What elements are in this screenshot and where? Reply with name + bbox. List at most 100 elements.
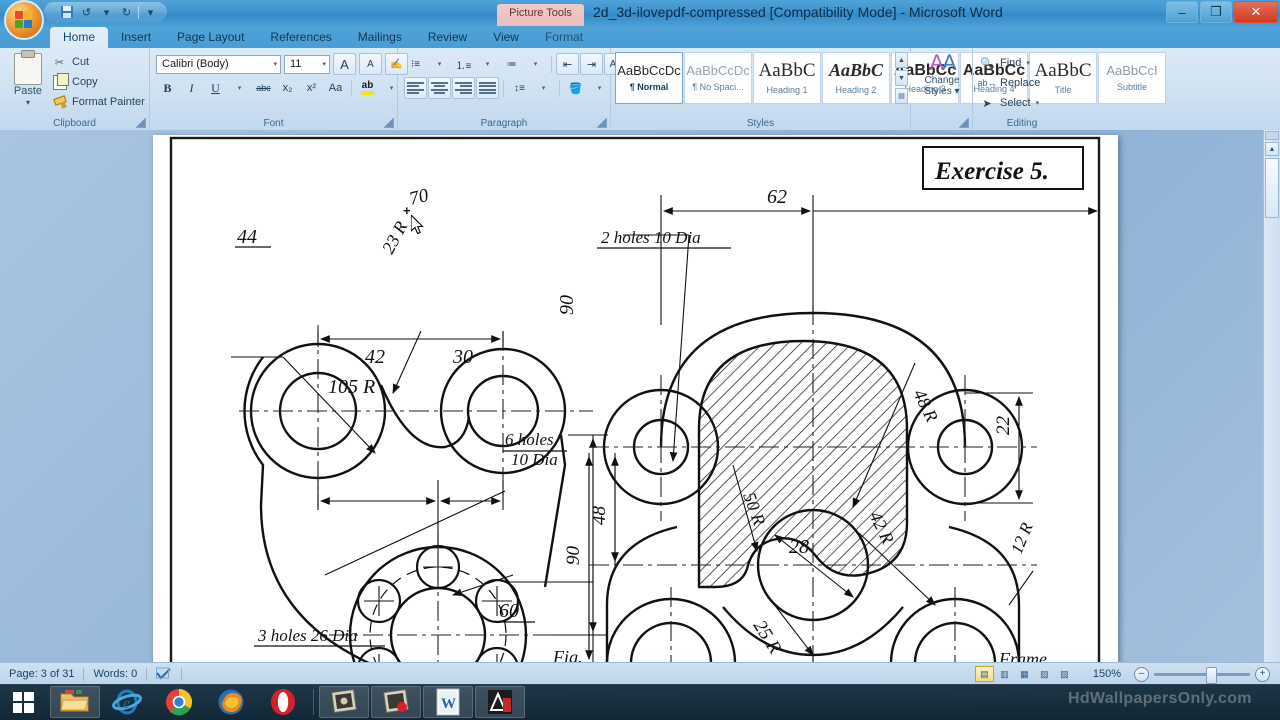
styles-scroll-down-button[interactable]: ▼ [895,70,908,86]
caption-fig: Fig. [552,647,583,662]
find-button[interactable]: 🔍 Find ▾ [979,53,1040,73]
format-painter-button[interactable]: Format Painter [52,92,145,112]
zoom-in-button[interactable]: + [1255,666,1270,682]
undo-dropdown-caret-icon[interactable]: ▾ [98,4,115,20]
note-3-holes-26-dia: 3 holes 26 Dia [257,626,358,645]
split-window-handle[interactable] [1265,131,1279,140]
decrease-indent-button[interactable]: ⇤ [556,53,579,75]
numbering-caret-icon[interactable]: ▾ [476,53,499,75]
multilevel-list-button[interactable]: ≔ [500,53,523,75]
clipboard-dialog-launcher[interactable] [136,118,146,128]
grow-font-button[interactable]: A [333,53,356,75]
scroll-up-button[interactable]: ▲ [1265,142,1279,156]
multilevel-caret-icon[interactable]: ▾ [524,53,547,75]
taskbar-file-explorer[interactable] [50,686,100,718]
underline-button[interactable]: U [204,77,227,99]
justify-button[interactable] [476,77,499,99]
align-right-button[interactable] [452,77,475,99]
shrink-font-button[interactable]: A [359,53,382,75]
zoom-slider[interactable]: – + [1134,666,1270,684]
bullets-caret-icon[interactable]: ▾ [428,53,451,75]
zoom-track[interactable] [1154,666,1250,684]
taskbar-autocad[interactable] [475,686,525,718]
style-heading-1[interactable]: AaBbC Heading 1 [753,52,821,104]
wallpaper-watermark: HdWallpapersOnly.com [1068,690,1252,707]
change-styles-button[interactable]: AA Change Styles ▾ [914,51,970,113]
styles-scroll-up-button[interactable]: ▲ [895,52,908,68]
zoom-out-button[interactable]: – [1134,666,1149,682]
zoom-thumb[interactable] [1206,666,1217,684]
text-highlight-color-button[interactable]: ab [356,77,379,99]
styles-more-button[interactable]: ▤ [895,88,908,104]
paste-button[interactable]: Paste ▾ [6,50,50,112]
change-case-button[interactable]: Aa [324,77,347,99]
styles-dialog-launcher[interactable] [959,118,969,128]
taskbar-media-app-1[interactable] [319,686,369,718]
font-name-combobox[interactable]: Calibri (Body) ▾ [156,54,281,74]
line-spacing-caret-icon[interactable]: ▾ [532,77,555,99]
line-spacing-button[interactable]: ↕≡ [508,77,531,99]
style-subtitle[interactable]: AaBbCcI Subtitle [1098,52,1166,104]
tab-references[interactable]: References [257,27,344,48]
close-button[interactable]: ✕ [1234,1,1278,23]
page-indicator[interactable]: Page: 3 of 31 [0,666,83,682]
taskbar-media-app-2[interactable] [371,686,421,718]
minimize-button[interactable]: – [1166,1,1198,23]
view-draft-button[interactable]: ▨ [1055,666,1074,682]
increase-indent-button[interactable]: ⇥ [580,53,603,75]
subscript-button[interactable]: x₂ [276,77,299,99]
style-heading-2[interactable]: AaBbC Heading 2 [822,52,890,104]
shading-caret-icon[interactable]: ▾ [588,77,611,99]
style-no-spacing[interactable]: AaBbCcDc ¶ No Spaci... [684,52,752,104]
select-button[interactable]: ➤ Select ▾ [979,93,1040,113]
view-full-screen-reading-button[interactable]: ▥ [995,666,1014,682]
italic-button[interactable]: I [180,77,203,99]
align-center-button[interactable] [428,77,451,99]
copy-icon [52,72,69,90]
superscript-button[interactable]: x² [300,77,323,99]
font-size-combobox[interactable]: 11 ▾ [284,54,330,74]
proofing-status-icon[interactable] [147,666,181,682]
document-canvas[interactable]: 44 70 23 R 42 30 105 R 90 6 holes 10 Dia… [0,130,1280,662]
tab-format[interactable]: Format [532,27,596,48]
font-dialog-launcher[interactable] [384,118,394,128]
scrollbar-thumb[interactable] [1265,158,1279,218]
copy-button[interactable]: Copy [52,72,145,92]
restore-button[interactable]: ❐ [1200,1,1232,23]
view-print-layout-button[interactable]: ▤ [974,666,994,682]
shading-button[interactable]: 🪣 [564,77,587,99]
document-page[interactable]: 44 70 23 R 42 30 105 R 90 6 holes 10 Dia… [153,135,1118,662]
tab-home[interactable]: Home [50,27,109,48]
tab-page-layout[interactable]: Page Layout [164,27,257,48]
tab-insert[interactable]: Insert [108,27,164,48]
start-button[interactable] [0,684,46,720]
style-normal[interactable]: AaBbCcDc ¶ Normal [615,52,683,104]
tab-mailings[interactable]: Mailings [345,27,415,48]
bold-button[interactable]: B [156,77,179,99]
numbering-button[interactable]: ⒈≡ [452,53,475,75]
tab-review[interactable]: Review [415,27,480,48]
taskbar-internet-explorer[interactable]: e [102,686,152,718]
taskbar-mozilla-firefox[interactable] [206,686,256,718]
tab-view[interactable]: View [480,27,532,48]
paragraph-dialog-launcher[interactable] [597,118,607,128]
underline-dropdown-caret-icon[interactable]: ▾ [228,77,251,99]
taskbar-microsoft-word[interactable]: W [423,686,473,718]
zoom-level[interactable]: 150% [1084,666,1130,682]
cut-button[interactable]: ✂ Cut [52,52,145,72]
customize-qat-caret-icon[interactable]: ▾ [142,4,159,20]
taskbar-opera[interactable] [258,686,308,718]
vertical-scrollbar[interactable]: ▲ [1263,130,1280,662]
undo-icon[interactable]: ↺ [78,4,95,20]
bullets-button[interactable]: ⁝≡ [404,53,427,75]
view-web-layout-button[interactable]: ▦ [1015,666,1034,682]
taskbar-google-chrome[interactable] [154,686,204,718]
strikethrough-button[interactable]: abc [252,77,275,99]
save-icon[interactable] [58,4,75,20]
word-count[interactable]: Words: 0 [84,666,146,682]
align-left-button[interactable] [404,77,427,99]
office-button[interactable] [4,0,44,40]
view-outline-button[interactable]: ▧ [1035,666,1054,682]
redo-icon[interactable]: ↻ [118,4,135,20]
replace-button[interactable]: ab↔ Replace [978,73,1041,93]
